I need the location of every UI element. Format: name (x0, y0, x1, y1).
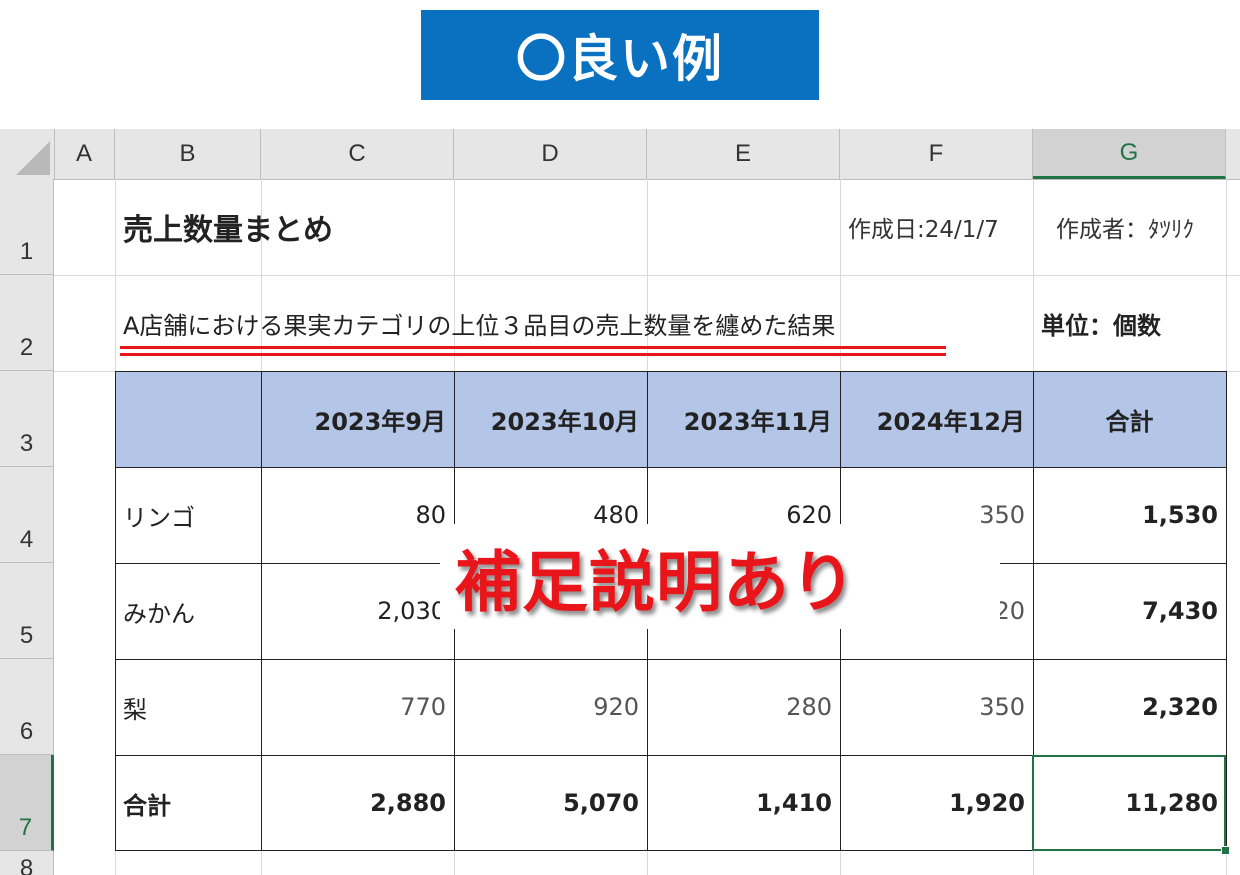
table-cell[interactable]: 1,410 (647, 755, 840, 851)
red-double-underline (120, 353, 946, 356)
column-header-a[interactable]: A (54, 129, 115, 179)
table-cell[interactable]: 1,920 (840, 755, 1033, 851)
table-cell[interactable]: 1,530 (1033, 467, 1226, 563)
table-header-cell[interactable]: 2023年10月 (454, 371, 647, 467)
row-header-6[interactable]: 6 (0, 659, 54, 755)
column-header-c[interactable]: C (261, 129, 454, 179)
row-header-3[interactable]: 3 (0, 371, 54, 467)
table-cell[interactable]: 2,030 (261, 563, 454, 659)
table-header-cell[interactable] (115, 371, 261, 467)
row-header-1[interactable]: 1 (0, 179, 54, 275)
column-header-f[interactable]: F (840, 129, 1033, 179)
row-header-7[interactable]: 7 (0, 755, 54, 851)
table-cell[interactable]: 2,880 (261, 755, 454, 851)
table-header-cell[interactable]: 2024年12月 (840, 371, 1033, 467)
column-header-b[interactable]: B (115, 129, 261, 179)
table-cell[interactable]: 5,070 (454, 755, 647, 851)
column-header-e[interactable]: E (647, 129, 840, 179)
table-cell[interactable]: 7,430 (1033, 563, 1226, 659)
table-border (115, 467, 1226, 468)
description[interactable]: A店舗における果実カテゴリの上位３品目の売上数量を纏めた結果 (115, 275, 995, 371)
table-header-cell[interactable]: 合計 (1033, 371, 1226, 467)
table-header-cell[interactable]: 2023年11月 (647, 371, 840, 467)
table-cell[interactable]: 350 (840, 659, 1033, 755)
select-all-button[interactable] (0, 129, 55, 179)
author[interactable]: 作成者：ﾀﾂﾘｸ (1048, 179, 1226, 275)
table-border (1226, 371, 1227, 851)
annotation-text: 補足説明あり (455, 544, 857, 621)
table-border (115, 371, 116, 851)
table-cell[interactable]: 920 (454, 659, 647, 755)
row-header-4[interactable]: 4 (0, 467, 54, 563)
created-date[interactable]: 作成日:24/1/7 (840, 179, 1033, 275)
table-cell[interactable]: みかん (115, 563, 261, 659)
sheet-title[interactable]: 売上数量まとめ (115, 179, 515, 275)
row-header-5[interactable]: 5 (0, 563, 54, 659)
column-header-g[interactable]: G (1033, 129, 1226, 179)
row-header-2[interactable]: 2 (0, 275, 54, 371)
table-cell[interactable]: 2,320 (1033, 659, 1226, 755)
table-cell[interactable]: リンゴ (115, 467, 261, 563)
column-header-d[interactable]: D (454, 129, 647, 179)
column-header-row: A B C D E F G (0, 129, 1240, 180)
table-cell[interactable]: 280 (647, 659, 840, 755)
red-double-underline (120, 346, 946, 349)
unit-label[interactable]: 単位：個数 (1033, 275, 1226, 371)
row-header-8[interactable]: 8 (0, 851, 54, 875)
table-cell[interactable]: 80 (261, 467, 454, 563)
table-cell[interactable]: 合計 (115, 755, 261, 851)
select-all-icon (16, 141, 50, 175)
spreadsheet: A B C D E F G 1 2 3 4 5 6 7 8 売上数量まとめ 作成… (0, 129, 1240, 875)
active-cell-selection[interactable] (1032, 755, 1226, 851)
table-header-cell[interactable]: 2023年9月 (261, 371, 454, 467)
table-border (115, 659, 1226, 660)
table-border (115, 371, 1226, 372)
table-border (261, 371, 262, 851)
table-cell[interactable]: 770 (261, 659, 454, 755)
good-example-banner: 〇良い例 (421, 10, 819, 100)
table-cell[interactable]: 梨 (115, 659, 261, 755)
fill-handle[interactable] (1221, 846, 1230, 855)
